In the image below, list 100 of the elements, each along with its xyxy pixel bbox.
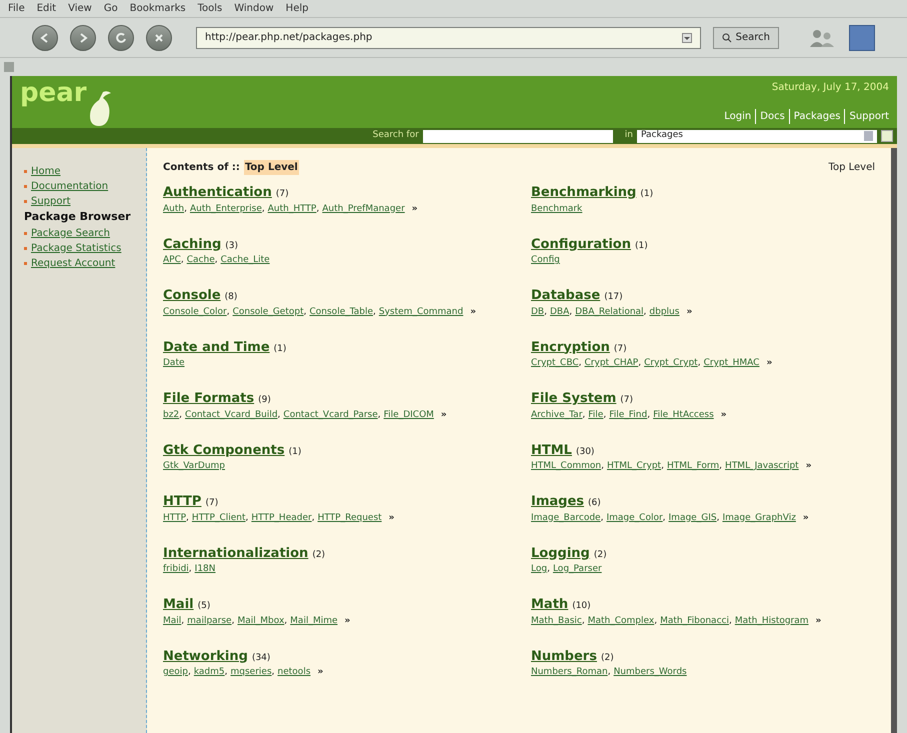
package-link[interactable]: Gtk_VarDump (163, 461, 226, 471)
package-link[interactable]: File_Find (609, 410, 648, 420)
package-link[interactable]: APC (163, 255, 181, 265)
menu-item[interactable]: Help (286, 1, 308, 16)
more-link[interactable]: » (766, 357, 772, 369)
package-link[interactable]: Console_Table (310, 306, 374, 316)
menu-item[interactable]: Edit (36, 1, 56, 16)
package-link[interactable]: Console_Color (163, 306, 227, 316)
more-link[interactable]: » (470, 306, 476, 318)
more-link[interactable]: » (318, 666, 324, 678)
package-link[interactable]: Image_GIS (668, 512, 717, 522)
category-link[interactable]: Caching (163, 234, 222, 254)
scope-select[interactable]: Packages (637, 130, 877, 142)
header-link[interactable]: Packages (794, 111, 840, 122)
package-link[interactable]: Cache (186, 255, 215, 265)
package-link[interactable]: kadm5 (194, 667, 225, 677)
sidebar-link[interactable]: Request Account (31, 256, 116, 270)
sidebar-link[interactable]: Package Search (31, 226, 110, 240)
category-link[interactable]: Database (531, 286, 600, 306)
header-link[interactable]: Login (724, 111, 752, 122)
package-link[interactable]: I18N (194, 564, 216, 574)
package-link[interactable]: Contact_Vcard_Parse (283, 410, 378, 420)
menu-item[interactable]: Window (234, 1, 274, 16)
package-link[interactable]: Date (163, 358, 185, 368)
more-link[interactable]: » (344, 614, 350, 626)
category-link[interactable]: Images (531, 492, 584, 512)
package-link[interactable]: Math_Fibonacci (660, 616, 729, 626)
package-link[interactable]: Auth_PrefManager (322, 204, 405, 214)
search-field[interactable] (422, 130, 613, 142)
category-link[interactable]: File Formats (163, 389, 254, 408)
package-link[interactable]: Contact_Vcard_Build (185, 410, 278, 420)
menu-item[interactable]: Tools (198, 1, 222, 16)
package-link[interactable]: Crypt_HMAC (704, 358, 760, 368)
more-link[interactable]: » (686, 306, 692, 318)
more-link[interactable]: » (388, 512, 394, 524)
package-link[interactable]: HTML_Form (666, 461, 720, 471)
reload-button[interactable] (108, 24, 134, 50)
package-link[interactable]: HTML_Crypt (606, 461, 662, 471)
package-link[interactable]: HTTP_Header (251, 512, 312, 522)
forward-button[interactable] (70, 24, 96, 50)
more-link[interactable]: » (440, 408, 447, 420)
package-link[interactable]: Math_Complex (588, 616, 654, 626)
menu-item[interactable]: Bookmarks (130, 1, 186, 16)
package-link[interactable]: Numbers_Words (614, 667, 687, 677)
category-link[interactable]: Benchmarking (531, 183, 636, 202)
package-link[interactable]: Crypt_Crypt (644, 358, 698, 368)
search-button[interactable]: Search (712, 26, 779, 48)
breadcrumb-link[interactable]: Top Level (244, 160, 299, 175)
package-link[interactable]: Image_Color (606, 512, 663, 522)
package-link[interactable]: Log (531, 564, 548, 574)
menu-item[interactable]: Go (104, 1, 118, 16)
more-link[interactable]: » (412, 202, 418, 214)
package-link[interactable]: Image_Barcode (531, 512, 601, 522)
category-link[interactable]: Configuration (531, 234, 631, 254)
package-link[interactable]: Archive_Tar (531, 410, 582, 420)
package-link[interactable]: geoip (163, 667, 188, 677)
package-link[interactable]: System_Command (378, 306, 464, 316)
category-link[interactable]: Authentication (163, 183, 272, 202)
more-link[interactable]: » (802, 512, 809, 524)
header-link[interactable]: Docs (760, 111, 785, 122)
package-link[interactable]: HTTP_Client (192, 512, 246, 522)
package-link[interactable]: DB (531, 306, 544, 316)
category-link[interactable]: Mail (163, 595, 194, 614)
package-link[interactable]: HTTP_Request (318, 512, 382, 522)
package-link[interactable]: File (588, 410, 604, 420)
package-link[interactable]: Console_Getopt (232, 306, 304, 316)
category-link[interactable]: HTTP (163, 492, 202, 512)
package-link[interactable]: HTML_Common (531, 461, 602, 471)
sidebar-link[interactable]: Documentation (31, 179, 108, 194)
menu-item[interactable]: View (68, 1, 92, 16)
category-link[interactable]: Internationalization (163, 544, 308, 563)
category-link[interactable]: Logging (531, 544, 590, 563)
package-link[interactable]: DBA_Relational (575, 306, 644, 316)
package-link[interactable]: fribidi (163, 564, 189, 574)
stop-button[interactable] (146, 24, 172, 50)
category-link[interactable]: Encryption (531, 338, 610, 357)
category-link[interactable]: Gtk Components (163, 440, 285, 460)
package-link[interactable]: Image_GraphViz (722, 512, 796, 522)
package-link[interactable]: HTTP (163, 512, 186, 522)
package-link[interactable]: dbplus (649, 306, 680, 316)
sidebar-link[interactable]: Package Statistics (31, 240, 122, 256)
back-button[interactable] (32, 24, 58, 50)
package-link[interactable]: Crypt_CHAP (584, 358, 638, 368)
package-link[interactable]: Numbers_Roman (531, 667, 608, 677)
package-link[interactable]: HTML_Javascript (725, 461, 799, 471)
package-link[interactable]: Math_Basic (531, 616, 582, 626)
package-link[interactable]: File_DICOM (384, 410, 434, 420)
more-link[interactable]: » (720, 408, 727, 420)
category-link[interactable]: HTML (531, 440, 572, 460)
package-link[interactable]: Auth_Enterprise (190, 204, 262, 214)
package-link[interactable]: mqseries (230, 667, 272, 677)
category-link[interactable]: Console (163, 286, 221, 306)
package-link[interactable]: Crypt_CBC (531, 358, 579, 368)
package-link[interactable]: Cache_Lite (220, 255, 270, 265)
package-link[interactable]: Config (531, 255, 560, 265)
package-link[interactable]: Benchmark (531, 204, 582, 214)
sidebar-link[interactable]: Home (31, 164, 61, 179)
category-link[interactable]: Networking (163, 646, 248, 666)
package-link[interactable]: Auth_HTTP (268, 204, 316, 214)
package-link[interactable]: Mail (163, 616, 182, 626)
